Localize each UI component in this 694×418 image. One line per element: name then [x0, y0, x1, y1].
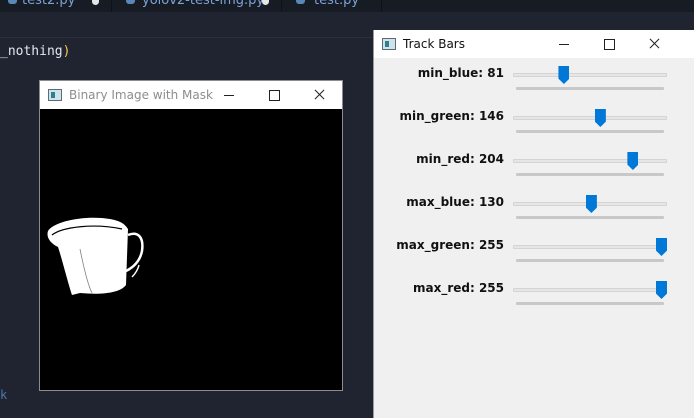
trackbar-label: min_green: 146 [399, 109, 504, 123]
trackbar-label: min_blue: 81 [417, 66, 504, 80]
trackbar-baseline [516, 302, 664, 305]
trackbar-min-blue: min_blue: 81 [374, 64, 694, 104]
mask-mug-shape [47, 217, 144, 295]
trackbar-thumb[interactable] [627, 152, 639, 170]
trackbar-track[interactable] [513, 73, 667, 77]
window-app-icon [48, 89, 62, 101]
tab-label: yolov2-test-img.py [142, 0, 265, 8]
trackbar-min-green: min_green: 146 [374, 107, 694, 147]
code-text: _nothing [0, 44, 63, 59]
trackbar-baseline [516, 87, 664, 90]
unsaved-dot-icon[interactable] [262, 0, 269, 5]
editor-tab[interactable]: yolov2-test-img.py [112, 0, 282, 12]
trackbar-max-blue: max_blue: 130 [374, 193, 694, 233]
trackbar-thumb[interactable] [558, 66, 570, 84]
window-titlebar[interactable]: Track Bars [374, 30, 694, 58]
trackbar-baseline [516, 216, 664, 219]
editor-tab[interactable]: test.py [282, 0, 382, 12]
maximize-icon[interactable] [587, 32, 631, 56]
trackbar-baseline [516, 259, 664, 262]
python-file-icon [126, 0, 135, 4]
tab-label: test.py [314, 0, 360, 8]
trackbar-track[interactable] [513, 159, 667, 163]
binary-image-window: Binary Image with Mask [39, 80, 343, 391]
track-bars-window: Track Bars min_blue: 81 min_green: 146 m… [373, 30, 694, 418]
trackbar-track[interactable] [513, 245, 667, 249]
window-title: Binary Image with Mask [69, 88, 213, 102]
code-line[interactable]: _nothing) [0, 44, 70, 59]
trackbar-track[interactable] [513, 288, 667, 292]
trackbar-max-green: max_green: 255 [374, 236, 694, 276]
code-fragment: k [0, 388, 8, 402]
trackbar-thumb[interactable] [594, 109, 606, 127]
trackbar-thumb[interactable] [656, 281, 667, 299]
trackbar-thumb[interactable] [585, 195, 597, 213]
code-paren: ) [62, 44, 71, 59]
minimize-icon[interactable] [542, 32, 586, 56]
window-title: Track Bars [403, 37, 465, 51]
trackbar-label: max_green: 255 [396, 238, 504, 252]
trackbar-thumb[interactable] [656, 238, 667, 256]
python-file-icon [296, 0, 305, 4]
maximize-icon[interactable] [252, 83, 296, 107]
binary-mask-image [40, 109, 342, 390]
editor-tab[interactable]: test2.py [0, 0, 112, 12]
unsaved-dot-icon[interactable] [92, 0, 99, 5]
trackbar-baseline [516, 130, 664, 133]
editor-tab-bar: test2.py yolov2-test-img.py test.py [0, 0, 694, 12]
python-file-icon [8, 0, 17, 4]
trackbar-label: max_blue: 130 [406, 195, 504, 209]
trackbar-track[interactable] [513, 116, 667, 120]
trackbar-min-red: min_red: 204 [374, 150, 694, 190]
window-app-icon [382, 38, 396, 50]
minimize-icon[interactable] [207, 83, 251, 107]
close-icon[interactable] [633, 32, 677, 56]
close-icon[interactable] [298, 83, 342, 107]
trackbar-label: min_red: 204 [416, 152, 504, 166]
trackbar-baseline [516, 173, 664, 176]
trackbar-max-red: max_red: 255 [374, 279, 694, 319]
tab-label: test2.py [22, 0, 76, 8]
window-titlebar[interactable]: Binary Image with Mask [40, 81, 342, 109]
trackbar-label: max_red: 255 [412, 281, 504, 295]
